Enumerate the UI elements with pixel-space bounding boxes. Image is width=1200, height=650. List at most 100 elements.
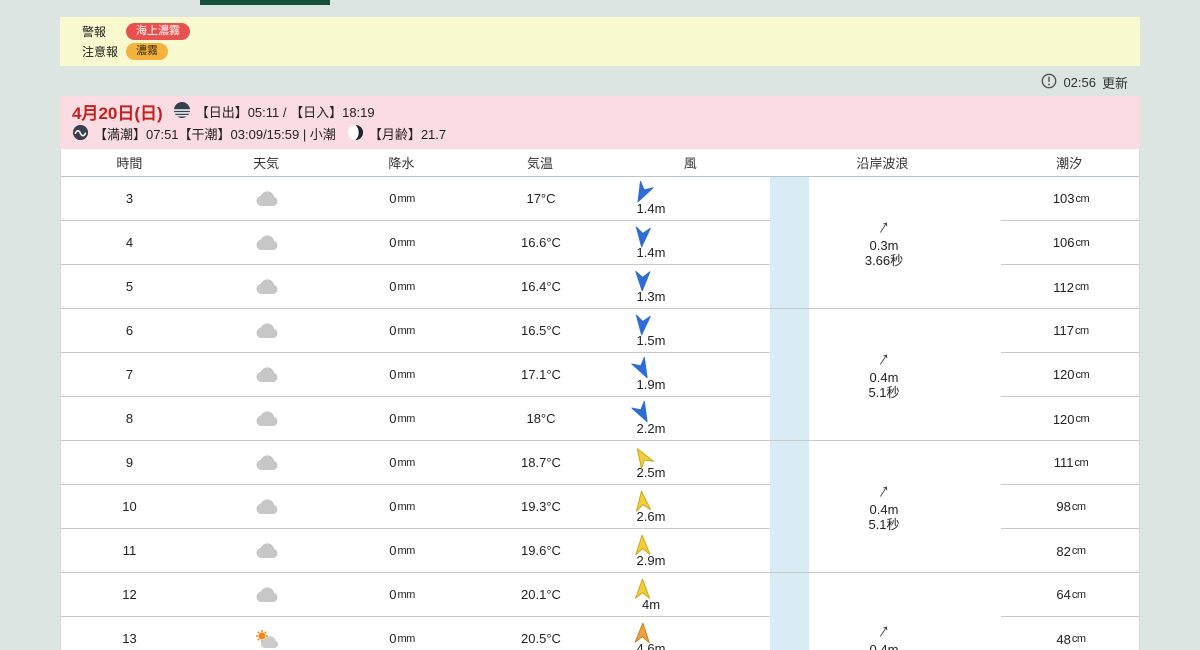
tide-value: 120 cm xyxy=(1052,411,1090,427)
wind-direction-arrow-icon xyxy=(634,180,654,204)
tide-value: 111 cm xyxy=(1001,441,1139,485)
sun-info: 【日出】05:11 / 【日入】18:19 xyxy=(195,105,375,120)
tide-info: 【満潮】07:51【干潮】03:09/15:59 | 小潮 xyxy=(94,127,336,142)
hour-value: 3 xyxy=(125,191,134,206)
precip-value: 0 mm xyxy=(389,411,415,426)
warning-line: 警報 海上濃霧 xyxy=(82,22,1140,41)
cloudy-icon xyxy=(198,309,335,352)
update-label: 更新 xyxy=(1101,76,1128,91)
wave-period-value: 5.1秒 xyxy=(868,517,900,532)
cloudy-icon xyxy=(198,353,335,396)
tide-cell: 117 cm 120 cm 120 cm xyxy=(1001,309,1139,440)
wave-direction-arrow-icon: ↑ xyxy=(873,479,895,503)
hour-value: 8 xyxy=(125,411,134,426)
tide-value: 82 cm xyxy=(1056,543,1086,559)
wave-height-value: 0.4m xyxy=(869,502,899,517)
date-sun-line: 4月20日(日) 【日出】05:11 / 【日入】18:19 xyxy=(72,100,1140,123)
wind-direction-arrow-icon xyxy=(634,270,651,292)
wind-cell: 2.5m xyxy=(613,441,770,484)
temp-value: 20.1°C xyxy=(521,587,561,602)
precip-value: 0 mm xyxy=(389,323,415,338)
header-tide: 潮汐 xyxy=(1056,156,1083,171)
wind-direction-arrow-icon xyxy=(630,356,651,380)
clock-alert-icon xyxy=(1041,73,1057,92)
sunrise-sunset-icon xyxy=(173,101,191,122)
wave-period-value: 3.66秒 xyxy=(864,253,904,268)
tide-value: 120 cm xyxy=(1001,353,1139,397)
hour-value: 7 xyxy=(125,367,134,382)
active-tab-fragment xyxy=(200,0,330,5)
cloudy-icon xyxy=(198,265,335,308)
cloudy-icon xyxy=(198,397,335,440)
wave-cell: ↑ 0.4m 5.1秒 xyxy=(809,441,1001,572)
cloudy-icon xyxy=(198,485,335,528)
precip-value: 0 mm xyxy=(389,499,415,514)
wind-cell: 2.2m xyxy=(613,397,770,440)
precip-value: 0 mm xyxy=(389,455,415,470)
table-wave-tide-section: ↑ 0.3m 3.66秒 103 cm 106 cm 112 cm ↑ 0.4m 5.1秒 117 cm 1… xyxy=(770,177,1139,650)
wind-direction-arrow-icon xyxy=(634,490,651,512)
update-time: 02:56 xyxy=(1063,75,1096,90)
alert-banner: 警報 海上濃霧 注意報 濃霧 xyxy=(60,17,1140,66)
table-row: 9 0 mm 18.7°C 2.5m xyxy=(61,441,770,485)
tide-value: 48 cm xyxy=(1056,631,1086,647)
temp-value: 17°C xyxy=(526,191,556,206)
tide-moon-line: 【満潮】07:51【干潮】03:09/15:59 | 小潮 【月齢】21.7 xyxy=(72,123,1140,144)
temp-value: 18.7°C xyxy=(521,455,561,470)
hour-value: 5 xyxy=(125,279,134,294)
warning-label: 警報 xyxy=(82,25,107,39)
column-divider-strip xyxy=(770,573,809,650)
wave-group: ↑ 0.3m 3.66秒 103 cm 106 cm 112 cm xyxy=(770,177,1139,309)
precip-value: 0 mm xyxy=(389,235,415,250)
wave-direction-arrow-icon: ↑ xyxy=(873,347,895,371)
update-time-row: 02:56 更新 xyxy=(1041,73,1128,92)
hour-value: 10 xyxy=(122,499,137,514)
precip-value: 0 mm xyxy=(389,587,415,602)
table-row: 7 0 mm 17.1°C 1.9m xyxy=(61,353,770,397)
column-divider-strip xyxy=(770,177,809,308)
hour-value: 6 xyxy=(125,323,134,338)
wave-cell: ↑ 0.4m 5.1秒 xyxy=(809,309,1001,440)
advisory-badge[interactable]: 濃霧 xyxy=(126,42,168,61)
table-main-rows: 3 0 mm 17°C 1.4m 4 0 mm 16.6°C 1.4m 5 0 mm 16.4°C 1.3m… xyxy=(61,177,770,650)
header-wave: 沿岸波浪 xyxy=(856,156,909,171)
temp-value: 16.5°C xyxy=(521,323,561,338)
table-row: 3 0 mm 17°C 1.4m xyxy=(61,177,770,221)
header-strip-spacer xyxy=(769,149,808,176)
cloudy-icon xyxy=(198,441,335,484)
wave-height-value: 0.4m xyxy=(869,641,899,650)
wind-cell: 4.6m xyxy=(613,617,770,650)
wave-height-value: 0.4m xyxy=(869,370,899,385)
wave-period-value: 5.1秒 xyxy=(868,385,900,400)
hour-value: 4 xyxy=(125,235,134,250)
precip-value: 0 mm xyxy=(389,191,415,206)
temp-value: 17.1°C xyxy=(521,367,561,382)
cloudy-icon xyxy=(198,221,335,264)
column-divider-strip xyxy=(770,309,809,440)
wind-cell: 1.3m xyxy=(613,265,770,308)
hour-value: 9 xyxy=(125,455,134,470)
tide-value: 106 cm xyxy=(1001,221,1139,265)
tide-value: 98 cm xyxy=(1001,485,1139,529)
header-precip: 降水 xyxy=(388,156,415,171)
wave-cell: ↑ 0.4m xyxy=(809,573,1001,650)
table-header-row: 時間 天気 降水 気温 風 沿岸波浪 潮汐 xyxy=(61,149,1139,177)
temp-value: 18°C xyxy=(526,411,556,426)
table-row: 6 0 mm 16.5°C 1.5m xyxy=(61,309,770,353)
warning-badge[interactable]: 海上濃霧 xyxy=(126,22,190,41)
cloudy-icon xyxy=(198,573,335,616)
wind-cell: 1.5m xyxy=(613,309,770,352)
moon-icon xyxy=(347,124,364,144)
header-time: 時間 xyxy=(116,156,143,171)
hour-value: 12 xyxy=(122,587,137,602)
precip-value: 0 mm xyxy=(389,279,415,294)
wave-height-value: 0.3m xyxy=(869,238,899,253)
wind-direction-arrow-icon xyxy=(634,534,651,556)
temp-value: 16.6°C xyxy=(521,235,561,250)
temp-value: 19.6°C xyxy=(521,543,561,558)
partly-sunny-icon xyxy=(198,617,335,650)
table-row: 12 0 mm 20.1°C 4m xyxy=(61,573,770,617)
wind-cell: 1.4m xyxy=(613,221,770,264)
wind-cell: 2.6m xyxy=(613,485,770,528)
moon-info: 【月齢】21.7 xyxy=(368,127,447,142)
